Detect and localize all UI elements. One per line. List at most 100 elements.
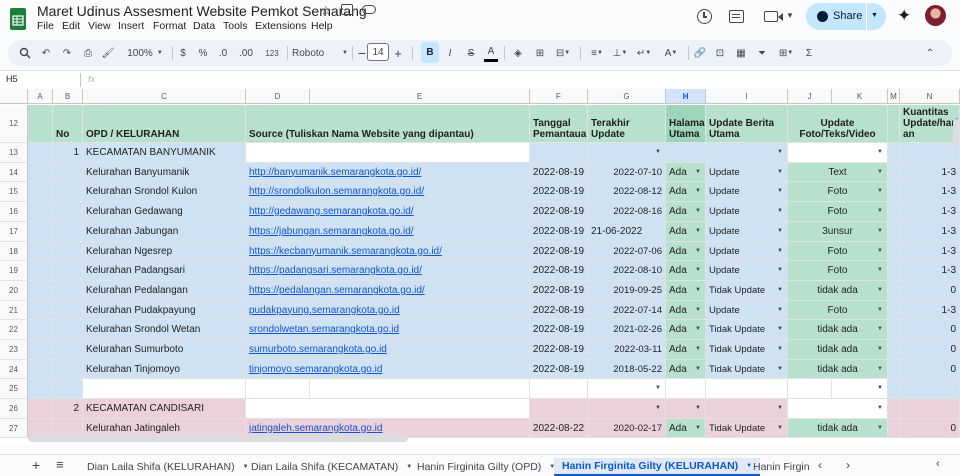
column-header[interactable]: H [666, 89, 706, 104]
chevron-down-icon[interactable]: ▼ [695, 405, 701, 411]
foto-select[interactable]: ▼ tidak ada [788, 340, 888, 360]
menu-help[interactable]: Help [311, 20, 333, 32]
chevron-down-icon[interactable]: ▼ [877, 267, 883, 273]
halaman-select[interactable]: ▼ Ada [666, 222, 706, 242]
halaman-select[interactable]: ▼ Ada [666, 242, 706, 261]
berita-select[interactable]: ▼ Tidak Update [706, 320, 788, 340]
foto-select[interactable]: ▼ Foto [788, 202, 888, 222]
menu-file[interactable]: File [37, 20, 54, 32]
move-icon[interactable] [341, 4, 353, 15]
menu-view[interactable]: View [88, 20, 111, 32]
source-link[interactable]: https://jabungan.semarangkota.go.id/ [246, 222, 530, 242]
source-link[interactable]: http://banyumanik.semarangkota.go.id/ [246, 163, 530, 182]
foto-select[interactable]: ▼ tidak ada [788, 281, 888, 301]
row-header[interactable]: 26 [0, 399, 28, 419]
sheet-tab[interactable]: Hanin Firgin [745, 458, 818, 476]
berita-select[interactable]: ▼ Update [706, 202, 788, 222]
chevron-down-icon[interactable]: ▼ [877, 149, 883, 155]
link-icon[interactable]: 🔗 [692, 44, 708, 62]
scroll-tabs-right-icon[interactable]: › [846, 458, 850, 472]
fill-color-icon[interactable]: ◈ [510, 44, 526, 62]
chevron-down-icon[interactable]: ▼ [695, 188, 701, 194]
foto-select[interactable]: ▼ Foto [788, 242, 888, 261]
chevron-down-icon[interactable]: ▼ [777, 267, 783, 273]
row-header[interactable]: 13 [0, 143, 28, 163]
row-header[interactable]: 17 [0, 222, 28, 242]
row-header[interactable]: 24 [0, 360, 28, 379]
berita-select[interactable]: ▼ Update [706, 182, 788, 202]
horizontal-scrollbar[interactable] [28, 435, 408, 442]
column-header[interactable]: C [83, 89, 246, 104]
number-format-button[interactable]: 123 [262, 44, 282, 62]
foto-select[interactable]: ▼ Text [788, 163, 888, 182]
chevron-down-icon[interactable]: ▼ [877, 326, 883, 332]
spreadsheet-grid[interactable]: A B C D E F G H I J K M N 12 No OPD / KELURAHAN Source (… [0, 89, 960, 444]
text-color-button[interactable]: A [484, 44, 498, 62]
halaman-select[interactable]: ▼ Ada [666, 301, 706, 320]
cloud-icon[interactable] [362, 5, 376, 14]
collapse-toolbar-icon[interactable]: ⌃ [922, 44, 938, 62]
source-input[interactable] [246, 399, 530, 419]
source-link[interactable]: https://padangsari.semarangkota.go.id/ [246, 261, 530, 281]
search-icon[interactable] [16, 44, 34, 62]
scroll-tabs-left-icon[interactable]: ‹ [818, 458, 822, 472]
website-link[interactable]: https://padangsari.semarangkota.go.id/ [249, 265, 422, 276]
berita-select[interactable]: ▼ Update [706, 301, 788, 320]
borders-icon[interactable]: ⊞ [532, 44, 548, 62]
source-link[interactable]: https://pedalangan.semarangkota.go.id/ [246, 281, 530, 301]
website-link[interactable]: srondolwetan.semarangkota.go.id [249, 324, 399, 335]
foto-select[interactable]: ▼ Foto [788, 261, 888, 281]
chevron-down-icon[interactable]: ▼ [777, 307, 783, 313]
berita-select[interactable]: ▼ Update [706, 163, 788, 182]
row-header[interactable]: 15 [0, 182, 28, 202]
increase-decimal-button[interactable]: .00 [236, 44, 256, 62]
source-link[interactable]: https://kecbanyumanik.semarangkota.go.id… [246, 242, 530, 261]
foto-select[interactable]: ▼ 3unsur [788, 222, 888, 242]
bold-button[interactable]: B [421, 42, 439, 63]
chevron-down-icon[interactable]: ▼ [655, 405, 661, 411]
currency-button[interactable]: $ [176, 44, 190, 62]
chevron-down-icon[interactable]: ▼ [877, 228, 883, 234]
chevron-down-icon[interactable]: ▼ [695, 366, 701, 372]
all-sheets-icon[interactable]: ≡ [56, 457, 64, 472]
berita-select[interactable]: ▼ Update [706, 242, 788, 261]
row-header[interactable]: 16 [0, 202, 28, 222]
column-header[interactable]: M [888, 89, 900, 104]
chevron-down-icon[interactable]: ▼ [877, 208, 883, 214]
row-header[interactable]: 27 [0, 419, 28, 438]
column-header[interactable]: D [246, 89, 310, 104]
row-header[interactable]: 22 [0, 320, 28, 340]
foto-select[interactable]: ▼ [788, 399, 888, 419]
halaman-select[interactable]: ▼ Ada [666, 182, 706, 202]
halaman-select[interactable]: ▼ Ada [666, 202, 706, 222]
paint-format-icon[interactable]: 🖌 [100, 44, 116, 62]
row-header[interactable]: 23 [0, 340, 28, 360]
chevron-down-icon[interactable]: ▼ [777, 405, 783, 411]
menu-extensions[interactable]: Extensions [255, 20, 306, 32]
foto-select[interactable]: ▼ tidak ada [788, 320, 888, 340]
berita-select[interactable]: ▼ Tidak Update [706, 281, 788, 301]
foto-select[interactable]: ▼ [788, 143, 888, 163]
halaman-select[interactable]: ▼ Ada [666, 419, 706, 438]
chevron-down-icon[interactable]: ▼ [695, 248, 701, 254]
chevron-down-icon[interactable]: ▼ [877, 405, 883, 411]
chevron-down-icon[interactable]: ▼ [695, 267, 701, 273]
merge-cells-icon[interactable]: ⊟ ▼ [552, 44, 574, 62]
chevron-down-icon[interactable]: ▼ [777, 188, 783, 194]
berita-select[interactable]: ▼ Tidak Update [706, 360, 788, 379]
website-link[interactable]: jatingaleh.semarangkota.go.id [249, 423, 382, 434]
foto-select[interactable]: ▼ Foto [788, 182, 888, 202]
redo-icon[interactable]: ↷ [59, 44, 75, 62]
website-link[interactable]: pudakpayung.semarangkota.go.id [249, 305, 400, 316]
chevron-down-icon[interactable]: ▼ [695, 228, 701, 234]
chevron-down-icon[interactable]: ▼ [695, 169, 701, 175]
chevron-down-icon[interactable]: ▼ [777, 326, 783, 332]
vertical-scrollbar[interactable] [953, 119, 959, 145]
explore-icon[interactable]: ‹ [936, 458, 940, 470]
chevron-down-icon[interactable]: ▼ [777, 346, 783, 352]
chevron-down-icon[interactable]: ▼ [695, 307, 701, 313]
source-input[interactable] [246, 143, 530, 163]
chevron-down-icon[interactable]: ▼ [877, 188, 883, 194]
percent-button[interactable]: % [196, 44, 210, 62]
row-header[interactable]: 20 [0, 281, 28, 301]
